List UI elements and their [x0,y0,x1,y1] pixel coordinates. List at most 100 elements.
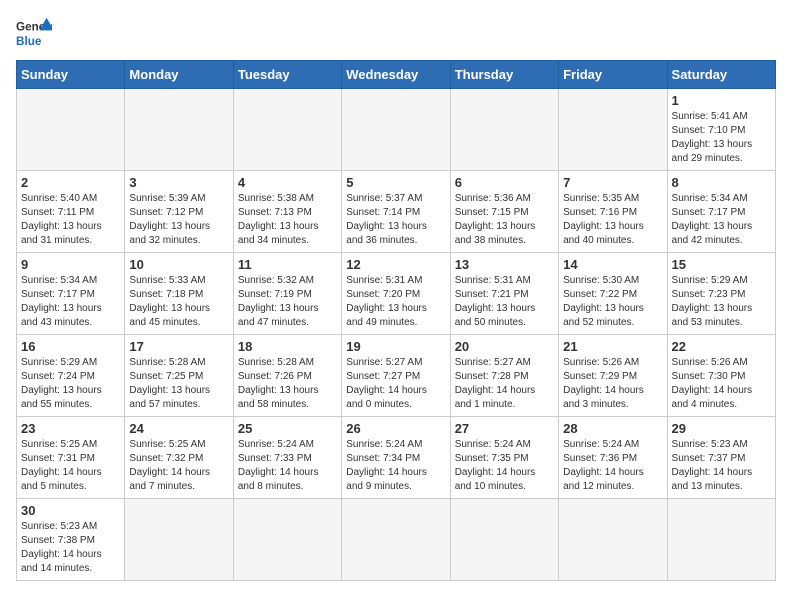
calendar-cell [450,89,558,171]
day-info: Sunrise: 5:23 AM Sunset: 7:38 PM Dayligh… [21,520,120,576]
calendar-cell: 7 Sunrise: 5:35 AM Sunset: 7:16 PM Daylig… [559,171,667,253]
day-info: Sunrise: 5:26 AM Sunset: 7:30 PM Dayligh… [672,356,771,412]
day-number: 8 [672,175,771,190]
header-friday: Friday [559,61,667,89]
day-info: Sunrise: 5:34 AM Sunset: 7:17 PM Dayligh… [21,274,120,330]
calendar-cell: 18Sunrise: 5:28 AM Sunset: 7:26 PM Dayli… [233,335,341,417]
day-info: Sunrise: 5:26 AM Sunset: 7:29 PM Dayligh… [563,356,662,412]
calendar-cell: 16Sunrise: 5:29 AM Sunset: 7:24 PM Dayli… [17,335,125,417]
day-number: 7 [563,175,662,190]
header-thursday: Thursday [450,61,558,89]
calendar-cell: 14 Sunrise: 5:30 AM Sunset: 7:22 PM Dayli… [559,253,667,335]
week-row-1: 1 Sunrise: 5:41 AM Sunset: 7:10 PM Daylig… [17,89,776,171]
header-monday: Monday [125,61,233,89]
day-info: Sunrise: 5:28 AM Sunset: 7:25 PM Dayligh… [129,356,228,412]
day-number: 23 [21,421,120,436]
svg-text:Blue: Blue [16,35,42,48]
calendar-cell: 24Sunrise: 5:25 AM Sunset: 7:32 PM Dayli… [125,417,233,499]
day-number: 28 [563,421,662,436]
day-number: 15 [672,257,771,272]
header-saturday: Saturday [667,61,775,89]
day-number: 13 [455,257,554,272]
calendar-cell: 27Sunrise: 5:24 AM Sunset: 7:35 PM Dayli… [450,417,558,499]
day-info: Sunrise: 5:35 AM Sunset: 7:16 PM Dayligh… [563,192,662,248]
day-info: Sunrise: 5:33 AM Sunset: 7:18 PM Dayligh… [129,274,228,330]
day-number: 30 [21,503,120,518]
day-number: 2 [21,175,120,190]
day-info: Sunrise: 5:36 AM Sunset: 7:15 PM Dayligh… [455,192,554,248]
calendar-cell [559,89,667,171]
day-number: 21 [563,339,662,354]
calendar-cell [17,89,125,171]
day-number: 17 [129,339,228,354]
day-info: Sunrise: 5:38 AM Sunset: 7:13 PM Dayligh… [238,192,337,248]
calendar-cell: 26 Sunrise: 5:24 AM Sunset: 7:34 PM Dayli… [342,417,450,499]
week-row-3: 9 Sunrise: 5:34 AM Sunset: 7:17 PM Daylig… [17,253,776,335]
calendar-cell: 19Sunrise: 5:27 AM Sunset: 7:27 PM Dayli… [342,335,450,417]
day-info: Sunrise: 5:37 AM Sunset: 7:14 PM Dayligh… [346,192,445,248]
day-number: 24 [129,421,228,436]
days-header-row: Sunday Monday Tuesday Wednesday Thursday… [17,61,776,89]
header: General Blue [16,16,776,52]
day-number: 22 [672,339,771,354]
day-number: 10 [129,257,228,272]
day-info: Sunrise: 5:34 AM Sunset: 7:17 PM Dayligh… [672,192,771,248]
calendar-cell: 22 Sunrise: 5:26 AM Sunset: 7:30 PM Dayli… [667,335,775,417]
day-info: Sunrise: 5:29 AM Sunset: 7:23 PM Dayligh… [672,274,771,330]
calendar-cell [342,89,450,171]
calendar-cell [342,499,450,581]
calendar-cell: 5Sunrise: 5:37 AM Sunset: 7:14 PM Daylig… [342,171,450,253]
day-info: Sunrise: 5:27 AM Sunset: 7:28 PM Dayligh… [455,356,554,412]
day-info: Sunrise: 5:32 AM Sunset: 7:19 PM Dayligh… [238,274,337,330]
calendar-cell [233,499,341,581]
calendar-cell: 6 Sunrise: 5:36 AM Sunset: 7:15 PM Daylig… [450,171,558,253]
calendar-cell: 12 Sunrise: 5:31 AM Sunset: 7:20 PM Dayli… [342,253,450,335]
day-number: 12 [346,257,445,272]
calendar-cell [125,89,233,171]
calendar-cell [667,499,775,581]
day-info: Sunrise: 5:25 AM Sunset: 7:31 PM Dayligh… [21,438,120,494]
day-number: 20 [455,339,554,354]
calendar-cell: 17 Sunrise: 5:28 AM Sunset: 7:25 PM Dayli… [125,335,233,417]
day-info: Sunrise: 5:24 AM Sunset: 7:36 PM Dayligh… [563,438,662,494]
day-info: Sunrise: 5:41 AM Sunset: 7:10 PM Dayligh… [672,110,771,166]
week-row-5: 23 Sunrise: 5:25 AM Sunset: 7:31 PM Dayli… [17,417,776,499]
calendar-table: Sunday Monday Tuesday Wednesday Thursday… [16,60,776,581]
day-info: Sunrise: 5:24 AM Sunset: 7:35 PM Dayligh… [455,438,554,494]
day-info: Sunrise: 5:39 AM Sunset: 7:12 PM Dayligh… [129,192,228,248]
week-row-2: 2Sunrise: 5:40 AM Sunset: 7:11 PM Daylig… [17,171,776,253]
week-row-4: 16Sunrise: 5:29 AM Sunset: 7:24 PM Dayli… [17,335,776,417]
day-number: 4 [238,175,337,190]
day-info: Sunrise: 5:27 AM Sunset: 7:27 PM Dayligh… [346,356,445,412]
calendar-cell: 21 Sunrise: 5:26 AM Sunset: 7:29 PM Dayli… [559,335,667,417]
calendar-cell [450,499,558,581]
header-tuesday: Tuesday [233,61,341,89]
calendar-cell: 29Sunrise: 5:23 AM Sunset: 7:37 PM Dayli… [667,417,775,499]
week-row-6: 30 Sunrise: 5:23 AM Sunset: 7:38 PM Dayli… [17,499,776,581]
logo-icon: General Blue [16,16,52,52]
day-info: Sunrise: 5:31 AM Sunset: 7:20 PM Dayligh… [346,274,445,330]
day-info: Sunrise: 5:24 AM Sunset: 7:34 PM Dayligh… [346,438,445,494]
day-number: 9 [21,257,120,272]
day-number: 11 [238,257,337,272]
day-number: 18 [238,339,337,354]
day-number: 6 [455,175,554,190]
day-number: 1 [672,93,771,108]
header-wednesday: Wednesday [342,61,450,89]
calendar-cell: 30 Sunrise: 5:23 AM Sunset: 7:38 PM Dayli… [17,499,125,581]
calendar-cell: 2Sunrise: 5:40 AM Sunset: 7:11 PM Daylig… [17,171,125,253]
calendar-cell: 28 Sunrise: 5:24 AM Sunset: 7:36 PM Dayli… [559,417,667,499]
day-number: 29 [672,421,771,436]
day-number: 26 [346,421,445,436]
calendar-cell: 8 Sunrise: 5:34 AM Sunset: 7:17 PM Daylig… [667,171,775,253]
day-number: 14 [563,257,662,272]
day-info: Sunrise: 5:24 AM Sunset: 7:33 PM Dayligh… [238,438,337,494]
calendar-cell [233,89,341,171]
calendar-cell: 3Sunrise: 5:39 AM Sunset: 7:12 PM Daylig… [125,171,233,253]
calendar-cell: 11 Sunrise: 5:32 AM Sunset: 7:19 PM Dayli… [233,253,341,335]
day-info: Sunrise: 5:30 AM Sunset: 7:22 PM Dayligh… [563,274,662,330]
day-number: 25 [238,421,337,436]
calendar-cell: 25 Sunrise: 5:24 AM Sunset: 7:33 PM Dayli… [233,417,341,499]
calendar-body: 1 Sunrise: 5:41 AM Sunset: 7:10 PM Daylig… [17,89,776,581]
day-info: Sunrise: 5:29 AM Sunset: 7:24 PM Dayligh… [21,356,120,412]
